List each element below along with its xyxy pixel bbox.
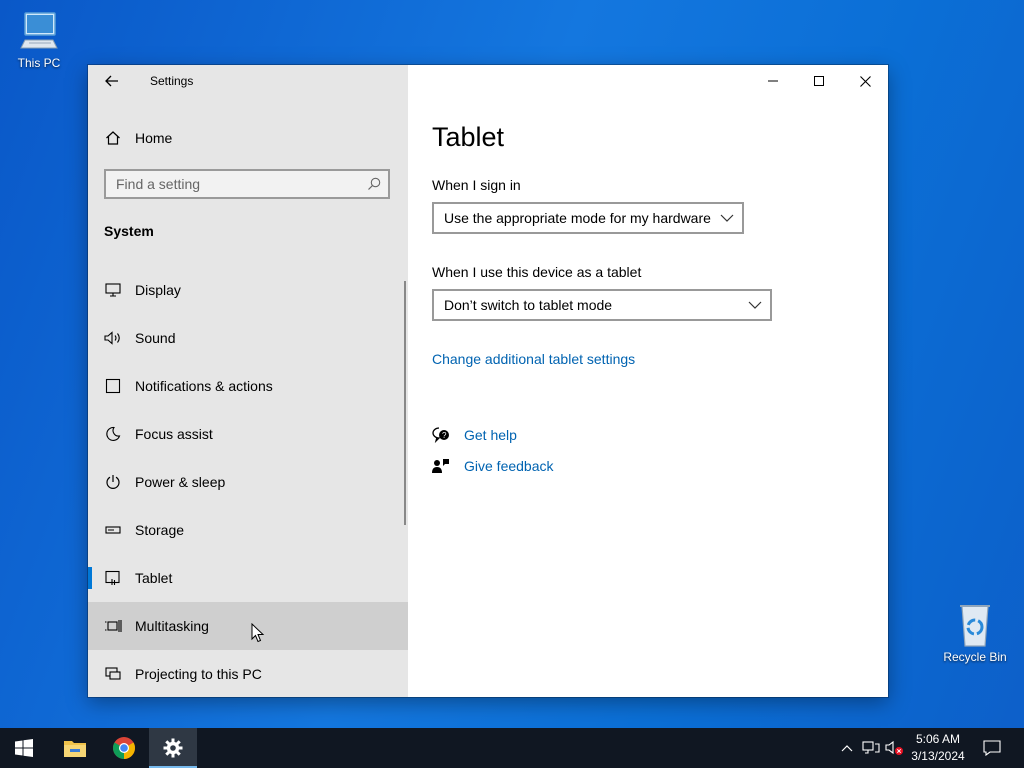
sidebar-item-storage[interactable]: Storage (88, 506, 408, 554)
sign-in-mode-dropdown[interactable]: Use the appropriate mode for my hardware (432, 202, 744, 234)
app-title: Settings (150, 74, 194, 88)
storage-icon (104, 525, 122, 535)
clock-date: 3/13/2024 (911, 749, 965, 763)
power-icon (104, 474, 122, 490)
taskbar-clock[interactable]: 5:06 AM 3/13/2024 (900, 731, 976, 765)
give-feedback-row[interactable]: Give feedback (432, 458, 554, 474)
sign-in-label: When I sign in (432, 177, 521, 193)
desktop-icon-recycle-bin[interactable]: Recycle Bin (940, 602, 1010, 664)
tablet-use-label: When I use this device as a tablet (432, 264, 642, 280)
get-help-link[interactable]: Get help (464, 427, 517, 443)
page-title: Tablet (432, 122, 505, 152)
desktop-icon-this-pc[interactable]: This PC (4, 10, 74, 70)
chevron-down-icon (748, 298, 762, 317)
sidebar-item-label: Notifications & actions (135, 378, 273, 394)
sidebar-item-label: Power & sleep (135, 474, 226, 490)
feedback-icon (432, 458, 450, 474)
get-help-icon: ? (432, 427, 450, 443)
sidebar-item-label: Storage (135, 522, 185, 538)
mouse-cursor-icon (251, 623, 265, 643)
projecting-icon (104, 667, 122, 681)
multitasking-icon (104, 619, 122, 633)
title-bar[interactable]: Settings (88, 65, 408, 97)
sidebar-item-focus-assist[interactable]: Focus assist (88, 410, 408, 458)
notifications-icon (104, 378, 122, 394)
close-icon (859, 75, 871, 87)
sidebar-item-power-sleep[interactable]: Power & sleep (88, 458, 408, 506)
chrome-icon (113, 737, 135, 759)
folder-icon (64, 741, 86, 757)
sidebar-item-label: Tablet (135, 570, 173, 586)
chevron-up-icon (841, 745, 853, 752)
start-button[interactable] (0, 728, 48, 768)
action-center-button[interactable] (978, 728, 1006, 768)
minimize-icon (768, 80, 778, 82)
this-pc-icon (20, 12, 58, 49)
windows-start-icon (15, 739, 33, 757)
close-button[interactable] (842, 65, 888, 97)
sidebar-item-label: Sound (135, 330, 176, 346)
sidebar-item-label: Projecting to this PC (135, 666, 262, 682)
section-heading: System (104, 223, 154, 239)
sidebar-item-label: Multitasking (135, 618, 209, 634)
back-button[interactable] (98, 71, 126, 91)
desktop-icon-label: This PC (17, 56, 61, 70)
sidebar-item-projecting[interactable]: Projecting to this PC (88, 650, 408, 697)
network-icon (862, 741, 880, 754)
sidebar-item-tablet[interactable]: Tablet (88, 554, 408, 602)
home-icon (105, 130, 123, 146)
sidebar-item-notifications[interactable]: Notifications & actions (88, 362, 408, 410)
gear-icon (163, 738, 183, 758)
sidebar-item-display[interactable]: Display (88, 266, 408, 314)
dropdown-value: Use the appropriate mode for my hardware (444, 210, 711, 226)
taskbar-chrome[interactable] (100, 728, 148, 768)
maximize-icon (814, 76, 824, 86)
sound-icon (104, 331, 122, 345)
sidebar-item-sound[interactable]: Sound (88, 314, 408, 362)
search-box[interactable] (104, 169, 390, 199)
network-button[interactable] (860, 728, 882, 768)
chevron-down-icon (720, 211, 734, 230)
give-feedback-link[interactable]: Give feedback (464, 458, 554, 474)
home-label: Home (135, 130, 173, 146)
sidebar-nav: Display Sound Notifications & actions Fo… (88, 266, 408, 697)
settings-content: Tablet When I sign in Use the appropriat… (408, 65, 888, 697)
settings-window: Settings Home System Display (88, 65, 888, 697)
selection-indicator (88, 567, 92, 589)
minimize-button[interactable] (750, 65, 796, 97)
sidebar-scrollbar[interactable] (404, 281, 406, 525)
maximize-button[interactable] (796, 65, 842, 97)
search-input[interactable] (106, 171, 366, 197)
focus-assist-moon-icon (104, 426, 122, 442)
display-icon (104, 283, 122, 297)
settings-sidebar: Settings Home System Display (88, 65, 408, 697)
clock-time: 5:06 AM (915, 732, 961, 746)
taskbar: 5:06 AM 3/13/2024 (0, 728, 1024, 768)
back-arrow-icon (105, 75, 118, 87)
sidebar-item-label: Display (135, 282, 181, 298)
tablet-icon (104, 570, 122, 586)
get-help-row[interactable]: ? Get help (432, 427, 517, 443)
sidebar-item-label: Focus assist (135, 426, 213, 442)
dropdown-value: Don’t switch to tablet mode (444, 297, 613, 313)
tablet-mode-dropdown[interactable]: Don’t switch to tablet mode (432, 289, 772, 321)
additional-tablet-settings-link[interactable]: Change additional tablet settings (432, 351, 635, 367)
desktop-icon-label: Recycle Bin (943, 650, 1007, 664)
taskbar-settings[interactable] (149, 728, 197, 768)
sidebar-item-multitasking[interactable]: Multitasking (88, 602, 408, 650)
home-nav-item[interactable]: Home (88, 123, 408, 153)
notification-center-icon (983, 740, 1001, 756)
recycle-bin-icon (960, 605, 990, 647)
search-icon (367, 177, 381, 196)
svg-text:?: ? (442, 431, 447, 440)
show-hidden-icons-button[interactable] (838, 728, 856, 768)
taskbar-file-explorer[interactable] (51, 728, 99, 768)
